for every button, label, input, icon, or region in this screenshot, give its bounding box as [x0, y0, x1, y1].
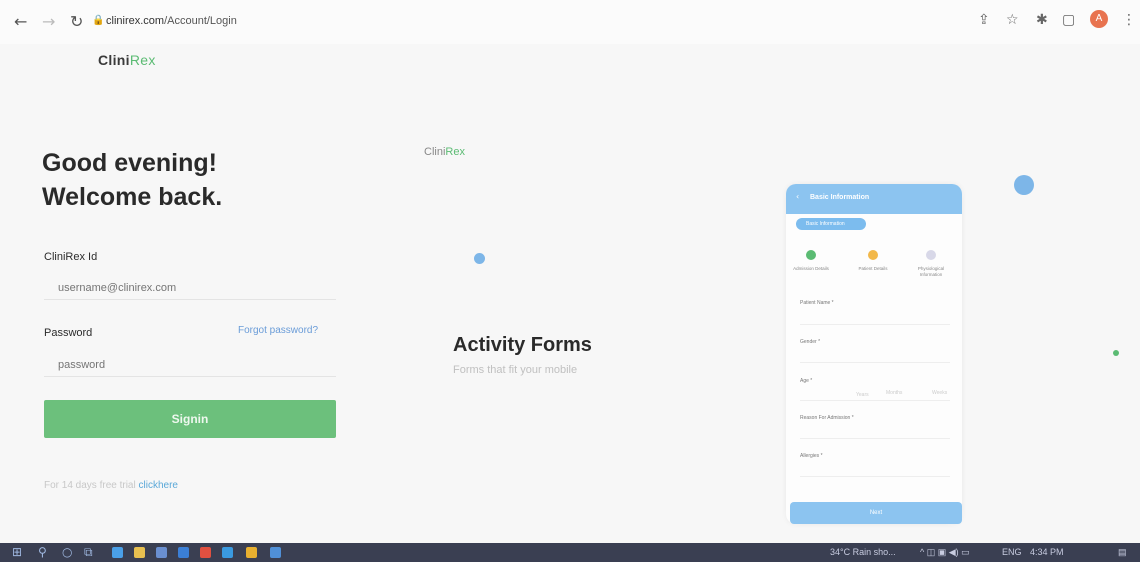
- phone-step: Patient Details: [848, 250, 898, 272]
- os-taskbar: ⊞ ⚲ ○ ⧉ 34°C Rain sho... ^ ◫ ▣ ◀) ▭ ENG …: [0, 543, 1140, 562]
- store-app-icon[interactable]: [156, 547, 167, 558]
- reload-icon[interactable]: ↻: [70, 12, 83, 31]
- brand-main: Clini: [98, 52, 130, 68]
- chrome-app-icon[interactable]: [246, 547, 257, 558]
- phone-step-label: Physiological Information: [917, 266, 945, 277]
- language-indicator[interactable]: ENG: [1002, 547, 1022, 557]
- star-icon[interactable]: ☆: [1006, 12, 1019, 28]
- trial-click-link[interactable]: clickhere: [139, 480, 178, 491]
- share-icon[interactable]: ⇪: [978, 12, 990, 28]
- promo-brand-main: Clini: [424, 146, 446, 158]
- greeting-heading: Good evening! Welcome back.: [42, 146, 222, 214]
- phone-tabs: Basic Information: [790, 218, 962, 230]
- trial-label: For 14 days free trial: [44, 480, 136, 491]
- url-host: clinirex.com: [106, 15, 165, 27]
- lock-icon[interactable]: 🔒: [92, 15, 104, 26]
- phone-field-label: Reason For Admission *: [800, 415, 854, 421]
- decor-dot: [1113, 350, 1119, 356]
- brand-accent: Rex: [129, 52, 156, 68]
- phone-field-line: [800, 476, 950, 477]
- phone-step-label: Patient Details: [858, 266, 888, 271]
- signin-button[interactable]: Signin: [44, 400, 336, 438]
- tray-icons[interactable]: ^ ◫ ▣ ◀) ▭: [920, 547, 970, 558]
- decor-dot: [1014, 175, 1034, 195]
- promo-logo: CliniRex: [424, 146, 465, 158]
- cortana-icon[interactable]: ○: [62, 545, 72, 559]
- trial-text: For 14 days free trial clickhere: [44, 480, 178, 491]
- phone-field-label: Allergies *: [800, 453, 823, 459]
- phone-tab-active: Basic Information: [796, 218, 866, 230]
- sidepanel-icon[interactable]: ▢: [1062, 12, 1075, 28]
- forgot-password-link[interactable]: Forgot password?: [238, 325, 318, 336]
- task-view-icon[interactable]: ⧉: [84, 545, 93, 560]
- promo-title: Activity Forms: [453, 334, 592, 356]
- phone-step: Admission Details: [786, 250, 836, 272]
- phone-field-line: [800, 400, 950, 401]
- greeting-line-2: Welcome back.: [42, 183, 223, 211]
- profile-avatar[interactable]: A: [1090, 10, 1108, 28]
- phone-field-line: [800, 362, 950, 363]
- app-icon[interactable]: [270, 547, 281, 558]
- phone-field-label: Age *: [800, 378, 813, 384]
- phone-age-unit: Weeks: [932, 390, 948, 396]
- phone-header: ‹ Basic Information: [786, 184, 962, 214]
- mail-app-icon[interactable]: [178, 547, 189, 558]
- phone-age-unit: Years: [856, 392, 869, 398]
- phone-age-unit: Months: [886, 390, 903, 396]
- windows-start-icon[interactable]: ⊞: [12, 545, 22, 559]
- edge-app-icon[interactable]: [112, 547, 123, 558]
- phone-header-title: Basic Information: [810, 194, 870, 201]
- phone-field-label: Gender *: [800, 339, 821, 345]
- password-input[interactable]: [44, 353, 336, 377]
- browser-toolbar: ← → ↻ 🔒 clinirex.com/Account/Login ⇪ ☆ ✱…: [0, 0, 1140, 44]
- id-label: CliniRex Id: [44, 251, 98, 263]
- phone-step-label: Admission Details: [793, 266, 829, 271]
- promo-brand-accent: Rex: [445, 146, 465, 158]
- promo-subtitle: Forms that fit your mobile: [453, 364, 578, 376]
- clock[interactable]: 4:34 PM: [1030, 547, 1064, 557]
- phone-mockup: ‹ Basic Information Basic Information Ad…: [786, 184, 962, 524]
- search-icon[interactable]: ⚲: [38, 545, 47, 559]
- extensions-icon[interactable]: ✱: [1036, 12, 1048, 28]
- weather-widget[interactable]: 34°C Rain sho...: [830, 547, 896, 557]
- notification-icon[interactable]: ▤: [1118, 547, 1127, 558]
- phone-field-line: [800, 324, 950, 325]
- greeting-line-1: Good evening!: [42, 149, 217, 177]
- decor-dot: [474, 253, 485, 264]
- check-icon: [806, 250, 816, 260]
- phone-step: Physiological Information: [906, 250, 956, 278]
- address-bar[interactable]: clinirex.com/Account/Login: [106, 15, 237, 27]
- file-explorer-icon[interactable]: [134, 547, 145, 558]
- password-label: Password: [44, 327, 93, 339]
- forward-arrow-icon[interactable]: →: [42, 12, 55, 31]
- phone-back-icon: ‹: [796, 192, 800, 201]
- opera-app-icon[interactable]: [200, 547, 211, 558]
- header-logo[interactable]: CliniRex: [98, 52, 156, 68]
- id-input[interactable]: [44, 276, 336, 300]
- inactive-step-icon: [926, 250, 936, 260]
- ie-app-icon[interactable]: [222, 547, 233, 558]
- pending-icon: [868, 250, 878, 260]
- phone-field-label: Patient Name *: [800, 300, 834, 306]
- phone-field-line: [800, 438, 950, 439]
- menu-kebab-icon[interactable]: ⋮: [1122, 12, 1136, 28]
- back-arrow-icon[interactable]: ←: [14, 12, 27, 31]
- url-path: /Account/Login: [164, 15, 237, 27]
- phone-submit-button: Next: [790, 502, 962, 524]
